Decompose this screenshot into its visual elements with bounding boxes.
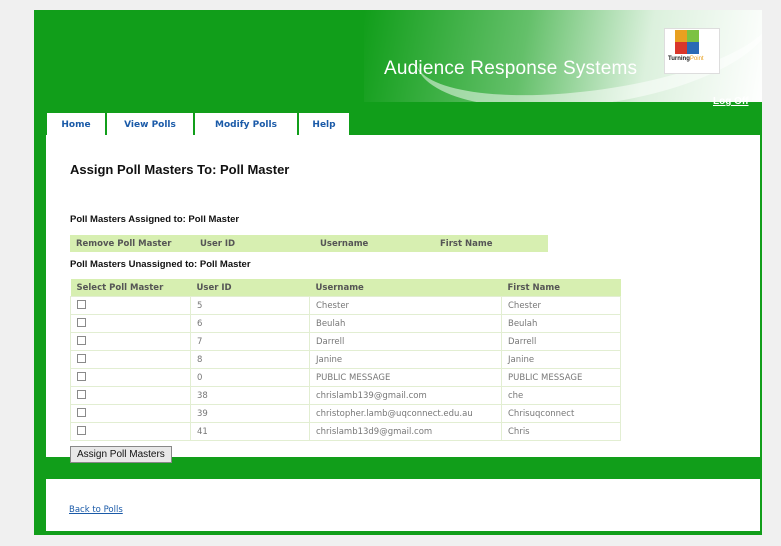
user-id-cell: 38 [190,386,310,405]
user-id-cell: 5 [190,296,310,315]
col-select-poll-master: Select Poll Master [70,279,191,297]
page-frame: Audience Response Systems TurningPoint L… [34,10,762,535]
username-cell: Chester [309,296,502,315]
assigned-table: Remove Poll Master User ID Username Firs… [70,235,548,252]
tab-view-polls[interactable]: View Polls [107,113,193,137]
col-username: Username [314,235,434,252]
col-first-name: First Name [434,235,548,252]
select-checkbox[interactable] [77,407,86,417]
assign-poll-masters-button[interactable]: Assign Poll Masters [70,446,172,463]
first-name-cell: Beulah [501,314,621,333]
logo-wordmark: TurningPoint [668,56,704,62]
page-title: Assign Poll Masters To: Poll Master [70,162,290,177]
first-name-cell: Chester [501,296,621,315]
log-off-link[interactable]: Log Off [713,96,749,107]
username-cell: Darrell [309,332,502,351]
first-name-cell: Janine [501,350,621,369]
table-row: 39 christopher.lamb@uqconnect.edu.au Chr… [70,404,621,423]
tab-modify-polls[interactable]: Modify Polls [195,113,297,137]
username-cell: Beulah [309,314,502,333]
user-id-cell: 6 [190,314,310,333]
first-name-cell: che [501,386,621,405]
username-cell: chrislamb13d9@gmail.com [309,422,502,441]
select-checkbox[interactable] [77,317,86,327]
col-user-id: User ID [190,279,310,297]
first-name-cell: Darrell [501,332,621,351]
table-row: 5 Chester Chester [70,296,621,315]
username-cell: PUBLIC MESSAGE [309,368,502,387]
col-user-id: User ID [194,235,314,252]
main-content: Assign Poll Masters To: Poll Master Poll… [46,135,760,463]
user-id-cell: 39 [190,404,310,423]
assigned-section-title: Poll Masters Assigned to: Poll Master [70,214,240,225]
username-cell: christopher.lamb@uqconnect.edu.au [309,404,502,423]
nav-tabs: Home View Polls Modify Polls Help [47,113,349,137]
select-checkbox[interactable] [77,371,86,381]
table-row: 0 PUBLIC MESSAGE PUBLIC MESSAGE [70,368,621,387]
select-checkbox[interactable] [77,299,86,309]
table-row: 7 Darrell Darrell [70,332,621,351]
turningpoint-logo-icon [675,30,699,54]
username-cell: Janine [309,350,502,369]
unassigned-header-row: Select Poll Master User ID Username Firs… [70,279,621,297]
unassigned-section-title: Poll Masters Unassigned to: Poll Master [70,259,251,270]
table-row: 8 Janine Janine [70,350,621,369]
brand-title: Audience Response Systems [384,58,638,79]
unassigned-table: Select Poll Master User ID Username Firs… [70,279,621,441]
tab-home[interactable]: Home [47,113,105,137]
table-row: 41 chrislamb13d9@gmail.com Chris [70,422,621,441]
username-cell: chrislamb139@gmail.com [309,386,502,405]
assigned-header-row: Remove Poll Master User ID Username Firs… [70,235,548,252]
col-username: Username [309,279,502,297]
col-first-name: First Name [501,279,621,297]
select-checkbox[interactable] [77,353,86,363]
first-name-cell: Chris [501,422,621,441]
col-remove-poll-master: Remove Poll Master [70,235,194,252]
table-row: 6 Beulah Beulah [70,314,621,333]
tab-help[interactable]: Help [299,113,349,137]
first-name-cell: Chrisuqconnect [501,404,621,423]
select-checkbox[interactable] [77,389,86,399]
header-banner: Audience Response Systems TurningPoint [34,10,762,102]
user-id-cell: 8 [190,350,310,369]
select-checkbox[interactable] [77,425,86,435]
user-id-cell: 0 [190,368,310,387]
select-checkbox[interactable] [77,335,86,345]
table-row: 38 chrislamb139@gmail.com che [70,386,621,405]
back-to-polls-link[interactable]: Back to Polls [69,505,123,515]
user-id-cell: 41 [190,422,310,441]
user-id-cell: 7 [190,332,310,351]
footer-panel: Back to Polls [46,479,760,531]
first-name-cell: PUBLIC MESSAGE [501,368,621,387]
